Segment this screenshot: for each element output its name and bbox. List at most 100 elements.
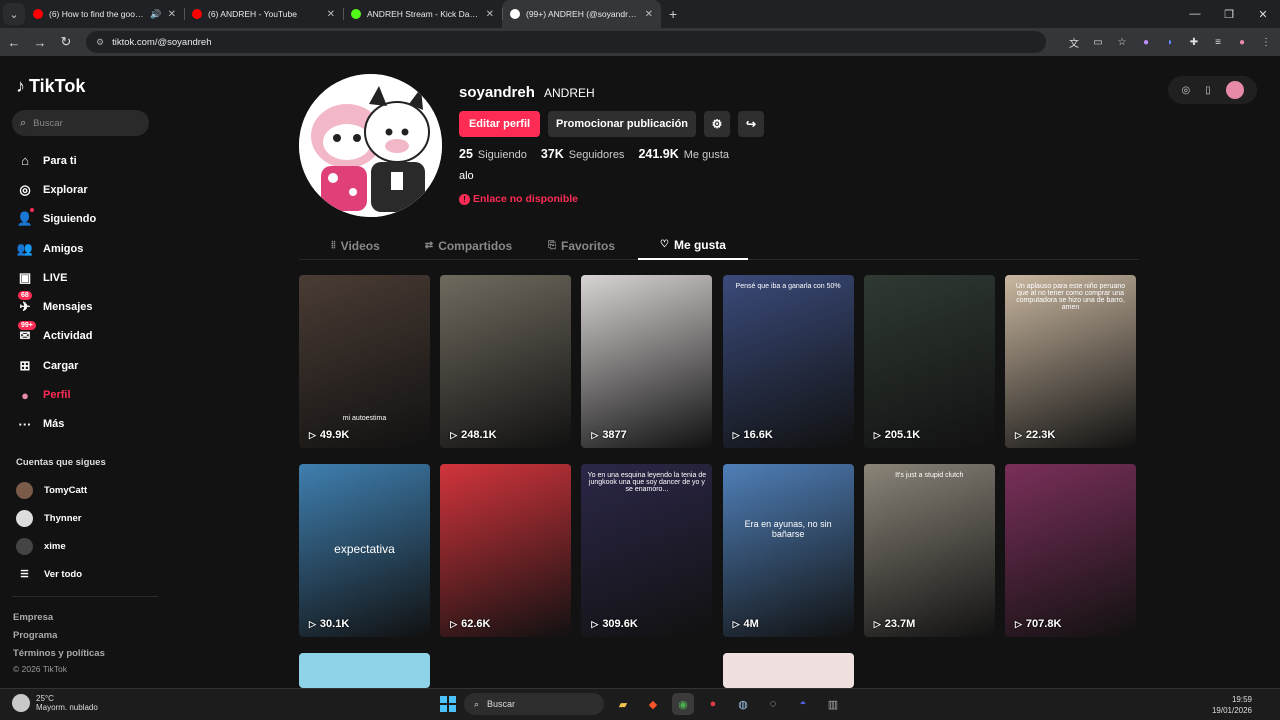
sidebar-item-para-ti[interactable]: ⌂ Para ti [16, 146, 96, 175]
tab-close-icon[interactable]: ✕ [168, 9, 176, 20]
likes-label: Me gusta [683, 149, 729, 161]
tab-liked[interactable]: ♡ Me gusta [638, 231, 748, 260]
reload-icon[interactable]: ↻ [54, 30, 78, 54]
promote-post-button[interactable]: Promocionar publicación [548, 111, 696, 137]
extension-icon[interactable]: ◗ [1162, 34, 1178, 50]
video-thumbnail[interactable]: mi autoestima ▷ 49.9K [299, 275, 430, 448]
app-icon[interactable]: ▥ [822, 693, 844, 715]
sidebar-item-mensajes[interactable]: ✈ 68 Mensajes [16, 291, 96, 321]
video-thumbnail[interactable]: ▷ 3877 [581, 275, 713, 448]
avatar [16, 509, 33, 527]
brave-icon[interactable]: ◆ [642, 693, 664, 715]
tab-favorites[interactable]: ⎘ Favoritos [525, 231, 638, 260]
translate-icon[interactable]: 文 [1066, 34, 1082, 50]
system-clock[interactable]: 19:59 19/01/2026 [1212, 694, 1252, 716]
tab-videos[interactable]: ⦙⦙ Videos [299, 231, 412, 260]
profile-avatar-icon[interactable]: ● [1234, 34, 1250, 50]
taskbar-search[interactable]: ⌕ Buscar [464, 693, 604, 715]
tab-close-icon[interactable]: ✕ [327, 9, 335, 20]
video-thumbnail[interactable]: ▷ 248.1K [440, 275, 572, 448]
cast-icon[interactable]: ▭ [1090, 34, 1106, 50]
tiktok-logo[interactable]: ♪ TikTok [16, 76, 85, 97]
speaker-icon[interactable]: 🔊 [150, 9, 161, 20]
footer-link-programa[interactable]: Programa [13, 630, 57, 641]
sidebar-item-label: Más [43, 418, 65, 431]
coin-icon[interactable]: ◎ [1181, 85, 1190, 96]
weather-widget[interactable]: 25°C Mayorm. nublado [12, 694, 98, 712]
kebab-menu-icon[interactable]: ⋮ [1258, 34, 1274, 50]
sidebar-item-amigos[interactable]: 👥 Amigos [16, 234, 96, 263]
sidebar-item-actividad[interactable]: ✉ 99+ Actividad [16, 320, 96, 351]
search-input[interactable]: ⌕ Buscar [12, 110, 149, 136]
sidebar-item-más[interactable]: ··· Más [16, 410, 96, 439]
footer-link-empresa[interactable]: Empresa [13, 612, 53, 623]
device-icon[interactable]: ▯ [1205, 85, 1211, 96]
reading-list-icon[interactable]: ≡ [1210, 34, 1226, 50]
more-icon: ··· [18, 416, 32, 432]
sidebar-item-explorar[interactable]: ◎ Explorar [16, 175, 96, 204]
footer-link-terms[interactable]: Términos y políticas [13, 648, 105, 659]
followers-stat[interactable]: 37K Seguidores [541, 147, 625, 161]
tab-close-icon[interactable]: ✕ [486, 9, 494, 20]
video-thumbnail[interactable]: ▷ 707.8K [1005, 464, 1136, 637]
video-thumbnail[interactable]: Yo en una esquina leyendo la tenia de ju… [581, 464, 713, 637]
music-app-icon[interactable]: ● [702, 693, 724, 715]
video-thumbnail[interactable]: It's just a stupid clutch ▷ 23.7M [863, 464, 995, 637]
edit-profile-button[interactable]: Editar perfil [459, 111, 540, 137]
video-thumbnail[interactable]: Un aplauso para este niño peruano que al… [1005, 275, 1136, 448]
likes-stat: 241.9K Me gusta [638, 147, 729, 161]
tab-search-icon[interactable]: ⌄ [3, 3, 25, 25]
browser-tab[interactable]: (6) How to find the good in... 🔊 ✕ [25, 0, 184, 28]
profile-avatar[interactable] [299, 74, 442, 217]
video-thumbnail[interactable]: Pensé que iba a ganarla con 50% ▷ 16.6K [722, 275, 854, 448]
profile-stats: 25 Siguiendo 37K Seguidores 241.9K Me gusta [459, 147, 743, 161]
tab-close-icon[interactable]: ✕ [645, 9, 653, 20]
sidebar-item-label: Perfil [43, 389, 71, 402]
puzzle-icon[interactable]: ✚ [1186, 34, 1202, 50]
discord-icon[interactable]: ◓ [792, 693, 814, 715]
maximize-icon[interactable]: ❐ [1212, 0, 1246, 28]
obs-icon[interactable]: ◌ [762, 693, 784, 715]
views-label: 248.1K [461, 429, 497, 441]
profile-nickname: ANDREH [544, 86, 595, 100]
see-all-link[interactable]: ☰ Ver todo [16, 560, 87, 588]
share-icon[interactable]: ↪ [738, 111, 764, 137]
close-window-icon[interactable]: ✕ [1246, 0, 1280, 28]
minimize-icon[interactable]: — [1178, 0, 1212, 28]
video-thumbnail[interactable] [299, 653, 430, 688]
settings-gear-icon[interactable]: ⚙ [704, 111, 730, 137]
extension-icon[interactable]: ● [1138, 34, 1154, 50]
sidebar-item-siguiendo[interactable]: 👤 Siguiendo [16, 205, 96, 234]
video-thumbnail[interactable]: ▷ 62.6K [440, 464, 572, 637]
video-thumbnail[interactable]: expectativa ▷ 30.1K [299, 464, 430, 637]
forward-icon[interactable]: → [28, 30, 52, 54]
site-info-icon[interactable]: ⚙ [96, 37, 104, 48]
address-bar: ← → ↻ ⚙ tiktok.com/@soyandreh 文 ▭ ☆ ● ◗ … [0, 28, 1280, 56]
steam-icon[interactable]: ◍ [732, 693, 754, 715]
following-account[interactable]: xime [16, 532, 87, 560]
sidebar-item-cargar[interactable]: ⊞ Cargar [16, 351, 96, 380]
browser-tab[interactable]: ANDREH Stream - Kick Dashbo... ✕ [343, 0, 502, 28]
tab-reposts[interactable]: ⇄ Compartidos [412, 231, 525, 260]
following-account[interactable]: TomyCatt [16, 476, 87, 504]
start-windows-icon[interactable] [440, 696, 456, 712]
back-icon[interactable]: ← [2, 30, 26, 54]
view-count: ▷ 248.1K [450, 429, 496, 441]
tab-label: Videos [340, 238, 380, 253]
video-thumbnail[interactable] [722, 653, 854, 688]
chrome-icon[interactable]: ◉ [672, 693, 694, 715]
sidebar-item-perfil[interactable]: ● Perfil [16, 380, 96, 409]
browser-tab[interactable]: (6) ANDREH - YouTube ✕ [184, 0, 343, 28]
url-input[interactable]: ⚙ tiktok.com/@soyandreh [86, 31, 1046, 53]
video-thumbnail[interactable]: ▷ 205.1K [863, 275, 995, 448]
bookmark-star-icon[interactable]: ☆ [1114, 34, 1130, 50]
following-account[interactable]: Thynner [16, 504, 87, 532]
new-tab-button[interactable]: + [669, 6, 677, 22]
browser-tab[interactable]: (99+) ANDREH (@soyandreh) | T... ✕ [502, 0, 661, 28]
following-stat[interactable]: 25 Siguiendo [459, 147, 527, 161]
video-thumbnail[interactable]: Era en ayunas, no sin bañarse ▷ 4M [722, 464, 854, 637]
user-avatar[interactable] [1225, 81, 1244, 99]
play-icon: ▷ [1015, 429, 1022, 440]
file-explorer-icon[interactable]: ▰ [612, 693, 634, 715]
sidebar-item-live[interactable]: ▣ LIVE [16, 263, 96, 292]
